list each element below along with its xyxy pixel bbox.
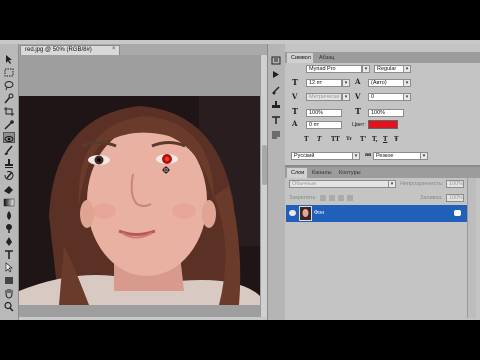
- font-size-icon: T: [292, 77, 298, 87]
- layers-scrollbar[interactable]: [467, 178, 476, 318]
- strikethrough-button[interactable]: Ŧ: [394, 136, 398, 143]
- color-label: Цвет:: [352, 122, 366, 128]
- marquee-tool-icon[interactable]: [3, 67, 15, 78]
- lock-pixels-icon[interactable]: [329, 195, 335, 201]
- panel-dock-strip: [267, 44, 285, 320]
- brush-tool-icon[interactable]: [3, 145, 15, 156]
- document-tab[interactable]: red.jpg @ 50% (RGB/8#) ×: [20, 45, 120, 55]
- lock-label: Закрепить:: [289, 195, 317, 201]
- path-selection-tool-icon[interactable]: [3, 262, 15, 273]
- small-caps-button[interactable]: Tr: [346, 136, 352, 142]
- opacity-label: Непрозрачность:: [400, 181, 444, 187]
- chevron-down-icon[interactable]: ▾: [342, 93, 350, 101]
- underline-button[interactable]: T: [383, 136, 387, 143]
- paragraph-panel-icon[interactable]: [271, 130, 281, 139]
- faux-bold-button[interactable]: T: [304, 136, 308, 143]
- chevron-down-icon[interactable]: ▾: [420, 152, 428, 160]
- lock-all-icon[interactable]: [347, 195, 353, 201]
- lock-icon: [454, 210, 461, 216]
- fill-label: Заливка:: [420, 195, 443, 201]
- baseline-shift-field[interactable]: 0 пт: [306, 121, 342, 129]
- horizontal-scale-field[interactable]: 100%: [368, 109, 404, 117]
- history-brush-tool-icon[interactable]: [3, 171, 15, 182]
- eyedropper-tool-icon[interactable]: [3, 119, 15, 130]
- lock-transparent-icon[interactable]: [320, 195, 326, 201]
- lasso-tool-icon[interactable]: [3, 80, 15, 91]
- language-field[interactable]: Русский: [291, 152, 353, 160]
- layer-thumbnail: [299, 206, 312, 221]
- font-family-field[interactable]: Myriad Pro: [306, 65, 362, 73]
- move-tool-icon[interactable]: [3, 54, 15, 65]
- tracking-field[interactable]: 0: [368, 93, 404, 101]
- chevron-down-icon[interactable]: ▾: [403, 79, 411, 87]
- pen-tool-icon[interactable]: [3, 236, 15, 247]
- brushes-panel-icon[interactable]: [271, 86, 281, 95]
- layer-name: Фон: [314, 210, 325, 216]
- lock-position-icon[interactable]: [338, 195, 344, 201]
- chevron-down-icon[interactable]: ▾: [403, 65, 411, 73]
- chevron-down-icon[interactable]: ▾: [403, 93, 411, 101]
- history-panel-icon[interactable]: [271, 56, 281, 65]
- tab-paragraph[interactable]: Абзац: [315, 53, 339, 63]
- eraser-tool-icon[interactable]: [3, 184, 15, 195]
- gradient-tool-icon[interactable]: [3, 197, 15, 208]
- blur-tool-icon[interactable]: [3, 210, 15, 221]
- font-style-field[interactable]: Regular: [374, 65, 404, 73]
- leading-field[interactable]: (Авто): [368, 79, 404, 87]
- chevron-down-icon[interactable]: ▾: [342, 79, 350, 87]
- tab-channels[interactable]: Каналы: [308, 168, 334, 178]
- leading-icon: A: [355, 77, 361, 86]
- layer-row-background[interactable]: Фон: [286, 205, 467, 222]
- clone-stamp-tool-icon[interactable]: [3, 158, 15, 169]
- lock-buttons: [320, 195, 360, 202]
- tab-paths[interactable]: Контуры: [335, 168, 363, 178]
- faux-italic-button[interactable]: T: [317, 136, 321, 143]
- clone-source-panel-icon[interactable]: [271, 100, 281, 109]
- subscript-button[interactable]: T,: [372, 136, 378, 143]
- font-size-field[interactable]: 12 пт: [306, 79, 342, 87]
- tab-character[interactable]: Символ: [287, 53, 313, 63]
- quick-selection-tool-icon[interactable]: [3, 93, 15, 104]
- chevron-down-icon[interactable]: ▾: [388, 180, 396, 188]
- visibility-eye-icon[interactable]: [289, 210, 296, 216]
- document-tab-title: red.jpg @ 50% (RGB/8#): [25, 47, 92, 53]
- close-tab-icon[interactable]: ×: [112, 46, 116, 52]
- fill-field[interactable]: 100%: [446, 194, 464, 202]
- character-panel-icon[interactable]: [271, 116, 281, 125]
- chevron-down-icon[interactable]: ▾: [362, 65, 370, 73]
- toolbox: [0, 44, 19, 320]
- dodge-tool-icon[interactable]: [3, 223, 15, 234]
- layers-panel-tabs: Слои Каналы Контуры: [285, 167, 480, 178]
- tracking-icon: V: [355, 92, 361, 101]
- vertical-scale-icon: T: [292, 106, 298, 116]
- all-caps-button[interactable]: TT: [331, 136, 340, 143]
- actions-panel-icon[interactable]: [271, 70, 281, 79]
- blend-mode-field[interactable]: Обычные: [289, 180, 389, 188]
- horizontal-scale-icon: T: [355, 106, 361, 116]
- type-tool-icon[interactable]: [3, 249, 15, 260]
- kerning-field[interactable]: Метрически: [306, 93, 342, 101]
- shape-tool-icon[interactable]: [3, 275, 15, 286]
- character-panel-tabs: Символ Абзац: [285, 52, 480, 63]
- red-eye-tool-icon[interactable]: [3, 132, 15, 143]
- tab-layers[interactable]: Слои: [287, 168, 307, 178]
- superscript-button[interactable]: T': [360, 136, 366, 143]
- chevron-down-icon[interactable]: ▾: [352, 152, 360, 160]
- opacity-field[interactable]: 100%: [446, 180, 464, 188]
- baseline-shift-icon: A: [292, 119, 298, 128]
- crop-tool-icon[interactable]: [3, 106, 15, 117]
- zoom-tool-icon[interactable]: [3, 301, 15, 312]
- text-color-swatch[interactable]: [368, 120, 398, 129]
- kerning-icon: V: [292, 92, 298, 101]
- hand-tool-icon[interactable]: [3, 288, 15, 299]
- antialias-field[interactable]: Резкое: [373, 152, 421, 160]
- photo-image[interactable]: [19, 96, 260, 305]
- vertical-scale-field[interactable]: 100%: [306, 109, 342, 117]
- antialias-icon: aa: [365, 152, 372, 158]
